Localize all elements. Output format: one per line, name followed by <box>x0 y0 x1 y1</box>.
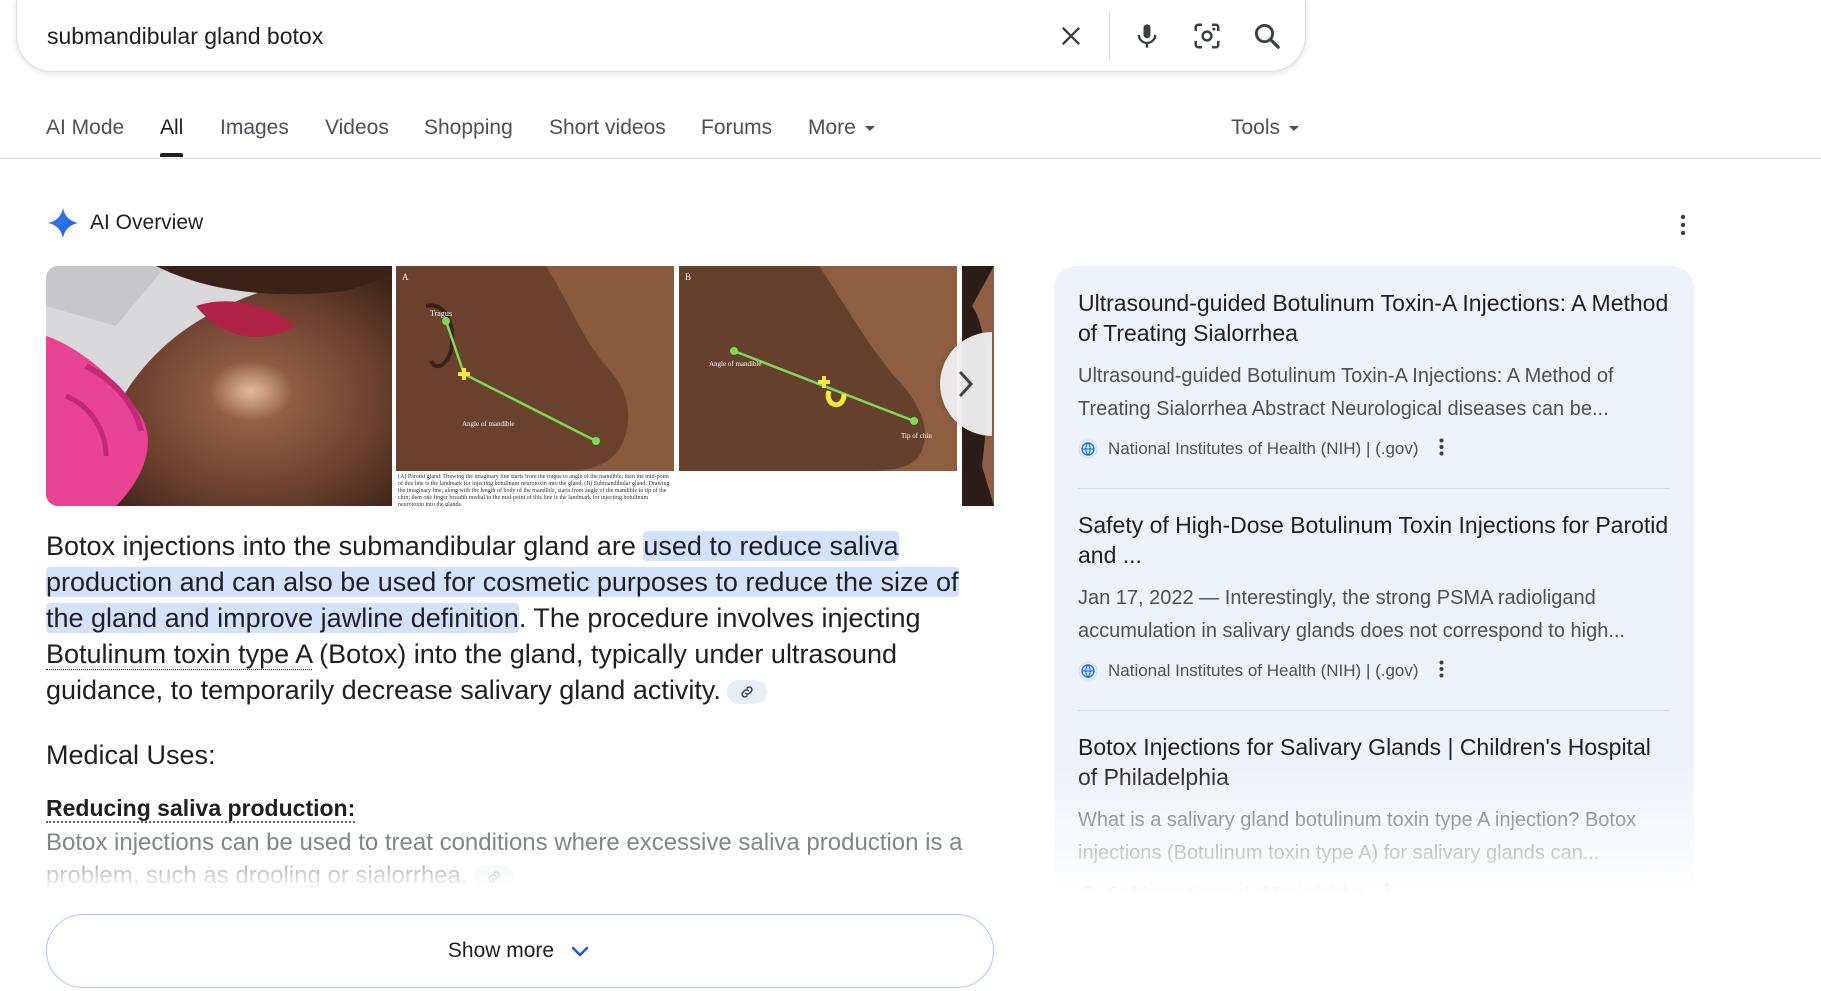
answer-text: Botox injections into the submandibular … <box>46 531 644 561</box>
tab-short-videos[interactable]: Short videos <box>549 116 666 140</box>
sources-panel: Ultrasound-guided Botulinum Toxin-A Inje… <box>1054 266 1694 916</box>
figure-caption: (A) Parotid gland: Drawing the imaginary… <box>398 474 670 506</box>
source-meta: National Institutes of Health (NIH) | (.… <box>1078 436 1670 462</box>
tools-label: Tools <box>1231 116 1281 139</box>
source-title[interactable]: Botox Injections for Salivary Glands | C… <box>1078 732 1670 792</box>
source-divider <box>1078 710 1670 711</box>
ai-overview-title: AI Overview <box>90 211 204 234</box>
panel-a-label: A <box>402 272 409 282</box>
globe-icon <box>1078 661 1098 681</box>
tab-forums[interactable]: Forums <box>701 116 772 140</box>
source-divider <box>1078 488 1670 489</box>
tab-more-label: More <box>808 116 856 139</box>
search-icon[interactable] <box>1247 16 1287 56</box>
source-card[interactable]: Safety of High-Dose Botulinum Toxin Inje… <box>1078 510 1670 684</box>
source-title[interactable]: Safety of High-Dose Botulinum Toxin Inje… <box>1078 510 1670 570</box>
tools-button[interactable]: Tools <box>1231 116 1300 140</box>
source-publisher: National Institutes of Health (NIH) | (.… <box>1108 439 1419 458</box>
link-icon <box>487 871 500 883</box>
sub-heading[interactable]: Reducing saliva production: <box>46 795 356 823</box>
globe-icon <box>1078 883 1098 903</box>
search-bar <box>16 0 1306 72</box>
image-parotid-diagram[interactable]: A Tragus Angle of mandible (A) Parotid g… <box>396 266 674 506</box>
chevron-down-icon <box>571 946 589 957</box>
ai-overview-header: AI Overview <box>46 205 203 241</box>
sub-link-button[interactable] <box>473 864 514 889</box>
ai-sparkle-icon <box>47 207 79 239</box>
image-submandibular-diagram[interactable]: B Angle of mandible Tip of chin <box>679 266 957 506</box>
overview-images: A Tragus Angle of mandible (A) Parotid g… <box>46 266 994 506</box>
tab-shopping[interactable]: Shopping <box>424 116 513 140</box>
entity-botulinum-toxin[interactable]: Botulinum toxin type A <box>46 639 312 670</box>
search-input[interactable] <box>47 18 1027 54</box>
source-meta: National Institutes of Health (NIH) | (.… <box>1078 658 1670 684</box>
tab-ai-mode[interactable]: AI Mode <box>46 116 124 140</box>
source-kebab-icon[interactable] <box>1385 882 1390 905</box>
tragus-label: Tragus <box>430 309 452 318</box>
search-tabs: AI Mode All Images Videos Shopping Short… <box>0 110 1821 159</box>
source-publisher: National Institutes of Health (NIH) | (.… <box>1108 661 1419 680</box>
overview-kebab-icon[interactable] <box>1668 210 1698 240</box>
source-meta: Children's Hospital of Philadelphia <box>1078 880 1670 906</box>
source-snippet: Ultrasound-guided Botulinum Toxin-A Inje… <box>1078 365 1614 420</box>
source-snippet: Jan 17, 2022 — Interestingly, the strong… <box>1078 587 1625 642</box>
panel-b-label: B <box>685 272 691 282</box>
tab-videos[interactable]: Videos <box>325 116 389 140</box>
clear-icon[interactable] <box>1051 16 1091 56</box>
source-kebab-icon[interactable] <box>1439 438 1444 461</box>
source-title[interactable]: Ultrasound-guided Botulinum Toxin-A Inje… <box>1078 288 1670 348</box>
tab-more[interactable]: More <box>808 116 875 140</box>
source-link-button[interactable] <box>726 679 767 704</box>
source-publisher: Children's Hospital of Philadelphia <box>1108 883 1366 902</box>
answer-text: . The procedure involves injecting <box>518 603 921 633</box>
angle-label-a: Angle of mandible <box>462 420 515 428</box>
lens-icon[interactable] <box>1187 16 1227 56</box>
section-title: Medical Uses: <box>46 740 216 770</box>
sub-body: Botox injections can be used to treat co… <box>46 826 986 890</box>
source-card[interactable]: Botox Injections for Salivary Glands | C… <box>1078 732 1670 906</box>
angle-label-b: Angle of mandible <box>709 360 762 368</box>
tab-all[interactable]: All <box>160 116 184 157</box>
mic-icon[interactable] <box>1127 16 1167 56</box>
source-card[interactable]: Ultrasound-guided Botulinum Toxin-A Inje… <box>1078 288 1670 462</box>
search-divider <box>1109 12 1110 60</box>
link-icon <box>741 686 753 698</box>
tip-of-chin-label: Tip of chin <box>901 432 932 440</box>
image-jaw-injection[interactable] <box>46 266 392 506</box>
globe-icon <box>1078 439 1098 459</box>
show-more-button[interactable]: Show more <box>46 914 994 988</box>
caret-down-icon <box>1289 125 1300 131</box>
chevron-right-icon <box>959 371 974 397</box>
caret-down-icon <box>864 125 875 131</box>
overview-answer: Botox injections into the submandibular … <box>46 528 976 708</box>
source-kebab-icon[interactable] <box>1439 660 1444 683</box>
tab-images[interactable]: Images <box>220 116 289 140</box>
show-more-label: Show more <box>447 939 555 962</box>
source-snippet: What is a salivary gland botulinum toxin… <box>1078 809 1637 864</box>
